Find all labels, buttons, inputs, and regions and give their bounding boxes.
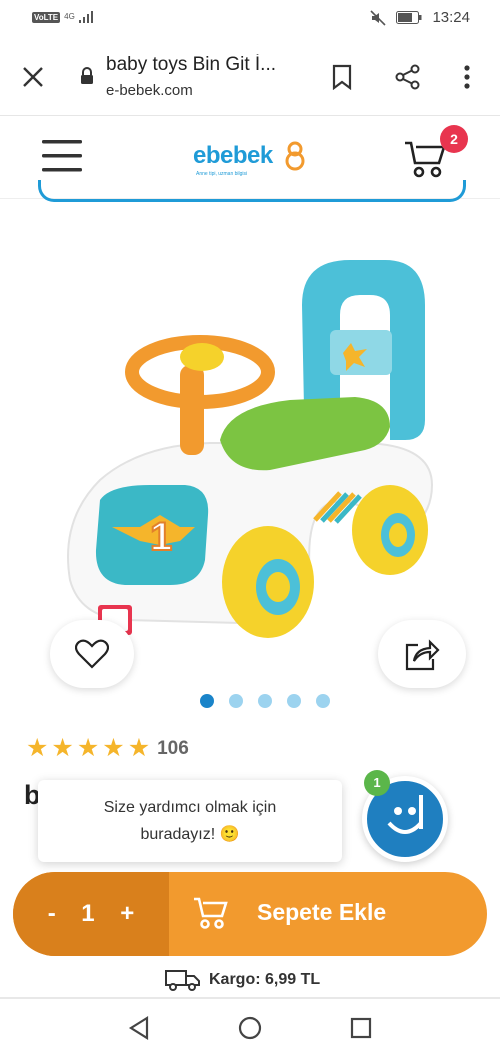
cart-count-badge: 2 xyxy=(440,125,468,153)
cart-stroller-icon xyxy=(194,897,228,929)
chat-unread-badge: 1 xyxy=(364,770,390,796)
product-rating[interactable]: ★ ★ ★ ★ ★ 106 xyxy=(26,736,189,761)
status-right: 13:24 xyxy=(370,9,470,26)
page-domain[interactable]: e-bebek.com xyxy=(106,82,193,99)
search-bar-edge[interactable] xyxy=(38,180,466,202)
close-icon[interactable] xyxy=(22,66,44,88)
increase-quantity-button[interactable]: + xyxy=(120,900,134,928)
lock-icon xyxy=(81,67,93,84)
quantity-stepper: - 1 + xyxy=(13,872,169,956)
gallery-dot[interactable] xyxy=(258,694,272,708)
mute-icon xyxy=(370,9,387,26)
battery-icon xyxy=(396,11,422,24)
heart-icon xyxy=(75,639,109,669)
decrease-quantity-button[interactable]: - xyxy=(48,900,56,928)
logo-text: ebebek xyxy=(193,142,273,169)
status-left: VoLTE 4G xyxy=(32,11,93,23)
gallery-dot[interactable] xyxy=(200,694,214,708)
rating-count: 106 xyxy=(157,737,189,759)
share-icon[interactable] xyxy=(395,64,421,90)
gallery-dots xyxy=(200,694,330,708)
more-options-icon[interactable] xyxy=(463,65,471,89)
star-icon: ★ xyxy=(127,734,151,762)
recent-apps-icon[interactable] xyxy=(350,1017,372,1039)
star-icon: ★ xyxy=(76,734,100,762)
page-title[interactable]: baby toys Bin Git İ... xyxy=(106,54,306,76)
divider xyxy=(0,997,500,999)
hamburger-menu-icon[interactable] xyxy=(42,139,82,173)
volte-indicator: VoLTE xyxy=(32,11,61,23)
chat-message-line2: buradayız! 🙂 xyxy=(140,826,240,843)
logo-mark-icon xyxy=(285,141,305,171)
logo-tagline: Anne tipi, uzman bilgisi xyxy=(196,171,248,177)
product-share-button[interactable] xyxy=(378,620,466,688)
favorite-button[interactable] xyxy=(50,620,134,688)
signal-icon xyxy=(78,11,93,23)
delivery-truck-icon xyxy=(165,970,200,991)
gallery-dot[interactable] xyxy=(287,694,301,708)
network-indicator: 4G xyxy=(64,12,75,21)
gallery-dot[interactable] xyxy=(316,694,330,708)
star-icon: ★ xyxy=(51,734,74,762)
share-arrow-icon xyxy=(405,639,440,671)
chat-message-line1: Size yardımcı olmak için xyxy=(103,799,277,816)
status-bar: VoLTE 4G 13:24 xyxy=(0,0,500,38)
back-icon[interactable] xyxy=(128,1016,150,1040)
bookmark-icon[interactable] xyxy=(331,64,353,90)
star-icon: ★ xyxy=(102,734,125,762)
shipping-label: Kargo: 6,99 TL xyxy=(209,971,321,988)
browser-toolbar: baby toys Bin Git İ... e-bebek.com xyxy=(0,38,500,116)
add-to-cart-bar: - 1 + Sepete Ekle xyxy=(13,872,487,956)
svg-text:1: 1 xyxy=(150,515,172,559)
quantity-value: 1 xyxy=(81,900,95,927)
chat-message-bubble[interactable]: Size yardımcı olmak için buradayız! 🙂 xyxy=(38,780,342,862)
product-image[interactable]: 1 xyxy=(40,245,460,665)
star-icon: ★ xyxy=(26,734,49,762)
gallery-dot[interactable] xyxy=(229,694,243,708)
add-to-cart-label: Sepete Ekle xyxy=(257,899,387,925)
clock: 13:24 xyxy=(432,9,470,26)
shipping-info: Kargo: 6,99 TL xyxy=(165,968,320,992)
system-nav-bar xyxy=(0,1000,500,1055)
home-icon[interactable] xyxy=(238,1016,262,1040)
